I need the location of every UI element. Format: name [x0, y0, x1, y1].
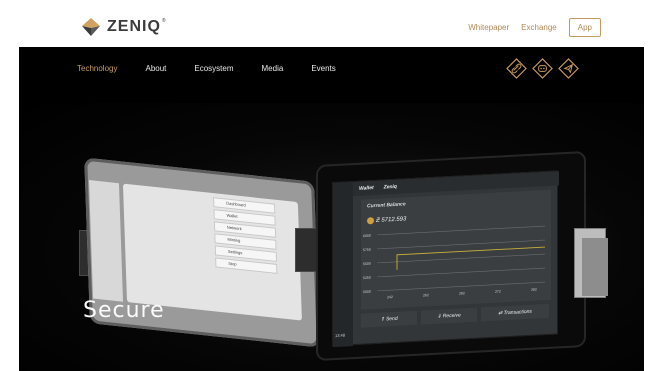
whitepaper-link[interactable]: Whitepaper — [468, 23, 509, 32]
header-item: Zeniq — [383, 183, 397, 191]
transactions-button: ⇄ Transactions — [481, 303, 549, 322]
link-icon[interactable] — [506, 58, 527, 79]
nav-item-media[interactable]: Media — [262, 64, 284, 73]
telegram-icon[interactable] — [558, 58, 579, 79]
send-button: ⇑ Send — [361, 310, 417, 328]
nav-item-events[interactable]: Events — [311, 64, 335, 73]
right-tablet-image: 13:48 Wallet Zeniq Current Balance Ƶ 571… — [316, 150, 608, 362]
social-links — [506, 58, 579, 79]
chart-y-tick: 5750 — [363, 248, 371, 252]
balance-line — [396, 246, 545, 270]
receive-button: ⇓ Receive — [421, 307, 477, 325]
chart-x-tick: 242 — [387, 295, 393, 299]
hero-title: Secure — [83, 298, 165, 323]
tablet-menu: Dashboard Wallet Network Minting Setting… — [213, 197, 278, 274]
site-header: ZENIQ® Whitepaper Exchange App — [19, 8, 644, 47]
tablet-screen: 13:48 Wallet Zeniq Current Balance Ƶ 571… — [332, 170, 559, 348]
chart-gridline — [377, 225, 545, 236]
page: ZENIQ® Whitepaper Exchange App Technolog… — [19, 8, 644, 371]
chart-gridline — [377, 267, 545, 278]
logo-text: ZENIQ® — [107, 18, 167, 35]
chart-y-tick: 6000 — [363, 234, 371, 238]
nav-item-about[interactable]: About — [145, 64, 166, 73]
tablet-clamp-shadow — [582, 238, 608, 296]
balance-card: Current Balance Ƶ 5712.593 6000 5750 5500 5… — [361, 189, 551, 310]
nav-item-technology[interactable]: Technology — [77, 64, 117, 73]
tablet-sidebar — [88, 180, 124, 302]
logo[interactable]: ZENIQ® — [81, 17, 167, 37]
app-button[interactable]: App — [568, 18, 601, 37]
tablet-body: 13:48 Wallet Zeniq Current Balance Ƶ 571… — [316, 150, 586, 362]
chart-y-tick: 5250 — [363, 276, 371, 280]
balance-chart: 6000 5750 5500 5250 5000 242 262 282 272 282 — [363, 225, 545, 299]
chart-x-tick: 272 — [495, 289, 501, 293]
header-item: Wallet — [359, 185, 374, 192]
chart-y-tick: 5500 — [363, 262, 371, 266]
chart-x-tick: 282 — [459, 291, 465, 295]
tablet-sidebar: 13:48 — [333, 182, 353, 348]
chart-gridline — [377, 253, 545, 264]
chart-gridline — [377, 239, 545, 250]
top-links: Whitepaper Exchange App — [468, 18, 601, 37]
nav-item-ecosystem[interactable]: Ecosystem — [194, 64, 233, 73]
chart-y-tick: 5000 — [363, 290, 371, 294]
clock-text: 13:48 — [335, 332, 346, 339]
zeniq-logo-icon — [82, 18, 100, 36]
chart-gridline — [377, 281, 545, 292]
chart-x-tick: 282 — [531, 288, 537, 292]
exchange-link[interactable]: Exchange — [521, 23, 557, 32]
main-nav: Technology About Ecosystem Media Events — [77, 64, 364, 73]
discord-icon[interactable] — [532, 58, 553, 79]
chart-x-tick: 262 — [423, 293, 429, 297]
